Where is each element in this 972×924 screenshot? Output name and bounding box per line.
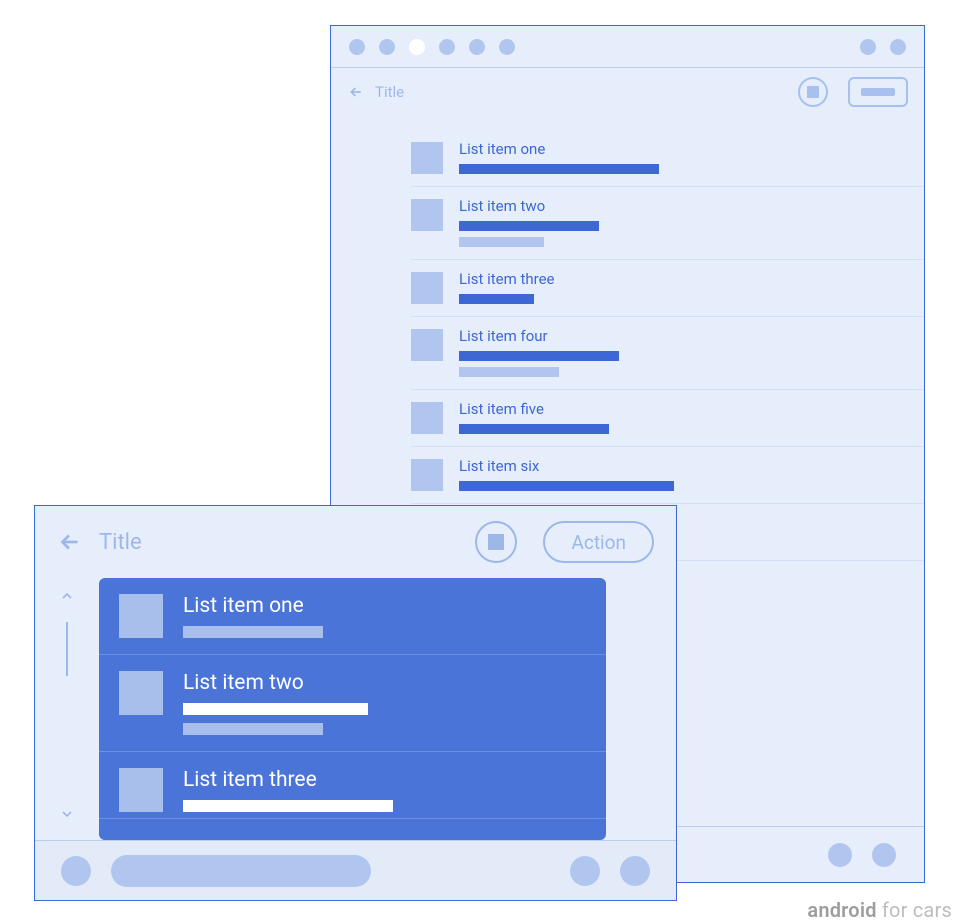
header-stop-icon-button[interactable] (475, 521, 517, 563)
placeholder-bar-icon (459, 164, 659, 174)
front-list: List item one List item two List item th… (99, 578, 606, 840)
list-thumbnail-icon (411, 199, 443, 231)
action-placeholder-icon (861, 88, 895, 96)
tab-dot-icon[interactable] (379, 39, 395, 55)
watermark: android for cars (807, 898, 952, 922)
bottombar-dot-icon[interactable] (620, 856, 650, 886)
page-title: Title (99, 530, 459, 555)
placeholder-bar-icon (459, 424, 609, 434)
list-item-body: List item three (183, 768, 586, 812)
list-item-body: List item five (459, 400, 904, 434)
list-thumbnail-icon (411, 459, 443, 491)
list-item[interactable]: List item five (411, 390, 924, 447)
list-item[interactable]: List item six (411, 447, 924, 504)
list-thumbnail-icon (119, 768, 163, 812)
list-item-body: List item two (459, 197, 904, 247)
list-item[interactable]: List item one (99, 578, 606, 655)
scroll-track-icon[interactable] (66, 622, 68, 676)
list-item-label: List item four (459, 327, 904, 345)
tab-dot-icon[interactable] (499, 39, 515, 55)
tab-dot-icon[interactable] (890, 39, 906, 55)
list-thumbnail-icon (411, 402, 443, 434)
list-item[interactable]: List item one (411, 130, 924, 187)
list-thumbnail-icon (411, 272, 443, 304)
placeholder-bar-secondary-icon (459, 367, 559, 377)
list-item[interactable]: List item three (411, 260, 924, 317)
stop-icon (488, 534, 504, 550)
action-button-label: Action (571, 531, 626, 554)
tab-dots-right (860, 39, 906, 55)
list-thumbnail-icon (411, 142, 443, 174)
list-item-label: List item one (459, 140, 904, 158)
tab-dots-left (349, 39, 515, 55)
bottombar-dot-icon[interactable] (570, 856, 600, 886)
placeholder-bar-icon (459, 294, 534, 304)
list-item-body: List item four (459, 327, 904, 377)
scroll-indicator (35, 578, 99, 840)
tab-dot-icon[interactable] (349, 39, 365, 55)
tab-dot-icon[interactable] (860, 39, 876, 55)
list-item-label: List item two (183, 671, 586, 695)
front-header: Title Action (35, 506, 676, 578)
list-thumbnail-icon (411, 329, 443, 361)
header-action-button[interactable]: Action (543, 521, 654, 563)
bottombar-pill-icon[interactable] (111, 855, 371, 887)
list-thumbnail-icon (119, 594, 163, 638)
front-bottombar (35, 840, 676, 900)
tab-dot-icon[interactable] (439, 39, 455, 55)
list-item[interactable]: List item three (99, 752, 606, 819)
watermark-rest: for cars (877, 898, 952, 922)
header-stop-icon-button[interactable] (798, 77, 828, 107)
list-item[interactable]: List item two (411, 187, 924, 260)
list-item-body: List item two (183, 671, 586, 735)
stop-icon (807, 86, 819, 98)
back-arrow-icon[interactable] (57, 529, 83, 555)
chevron-down-icon[interactable] (59, 806, 75, 826)
placeholder-bar-icon (183, 800, 393, 812)
list-item[interactable]: List item four (411, 317, 924, 390)
list-item-label: List item six (459, 457, 904, 475)
front-body: List item one List item two List item th… (35, 578, 676, 840)
tab-dot-icon[interactable] (469, 39, 485, 55)
placeholder-bar-icon (459, 481, 674, 491)
page-title: Title (375, 83, 788, 101)
placeholder-bar-secondary-icon (459, 237, 544, 247)
header-action-button[interactable] (848, 77, 908, 107)
front-window-frame: Title Action List item one (34, 505, 677, 901)
placeholder-bar-secondary-icon (183, 626, 323, 638)
placeholder-bar-icon (459, 221, 599, 231)
bottombar-dot-icon[interactable] (61, 856, 91, 886)
chevron-up-icon[interactable] (59, 588, 75, 608)
list-thumbnail-icon (119, 671, 163, 715)
list-item[interactable]: List item two (99, 655, 606, 752)
list-item-body: List item six (459, 457, 904, 491)
list-item-label: List item five (459, 400, 904, 418)
list-item-label: List item three (459, 270, 904, 288)
list-item-body: List item one (183, 594, 586, 638)
list-item-label: List item three (183, 768, 586, 792)
list-item-body: List item one (459, 140, 904, 174)
bottombar-dot-icon[interactable] (828, 843, 852, 867)
placeholder-bar-icon (183, 703, 368, 715)
bottombar-dot-icon[interactable] (872, 843, 896, 867)
list-item-label: List item one (183, 594, 586, 618)
back-header: Title (331, 68, 924, 116)
watermark-bold: android (807, 898, 876, 922)
tab-dot-active-icon[interactable] (409, 39, 425, 55)
placeholder-bar-icon (459, 351, 619, 361)
list-item-body: List item three (459, 270, 904, 304)
back-arrow-icon[interactable] (347, 83, 365, 101)
back-tabbar (331, 26, 924, 68)
placeholder-bar-secondary-icon (183, 723, 323, 735)
list-item-label: List item two (459, 197, 904, 215)
